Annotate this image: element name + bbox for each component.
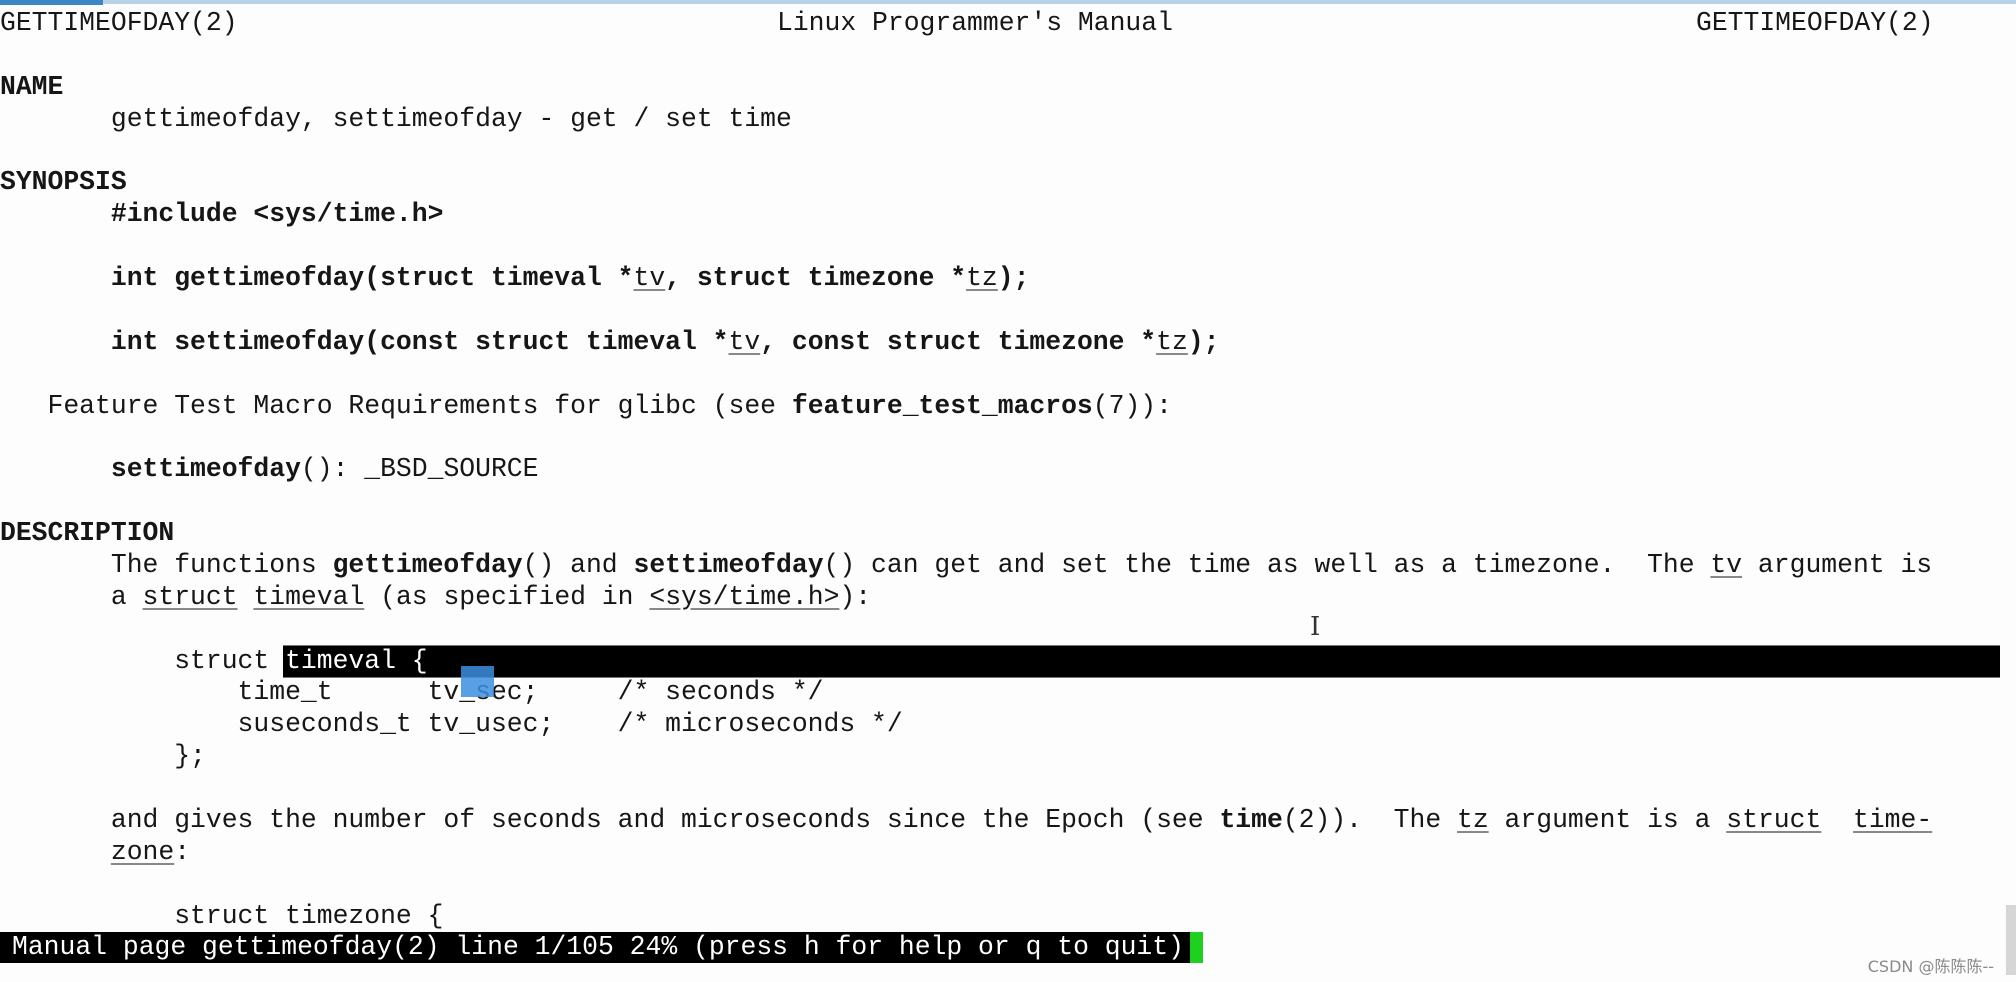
window-tab-indicator <box>0 0 103 5</box>
text: (): _BSD_SOURCE <box>300 454 539 485</box>
underlined-text: tv <box>633 263 666 294</box>
text: (7)): <box>1092 390 1172 421</box>
text: argument is <box>1742 549 1933 580</box>
text: time_t tv_sec; /* seconds */ <box>0 677 824 708</box>
text: gettimeofday, settimeofday - get / set t… <box>0 103 792 134</box>
bold-text: settimeofday <box>633 549 824 580</box>
text <box>1821 805 1853 835</box>
man-line: struct timeval { <box>0 645 428 677</box>
text <box>0 837 111 867</box>
text: () can get and set the time as well as a… <box>823 549 1711 580</box>
man-header-left: GETTIMEOFDAY(2) <box>0 8 238 38</box>
underlined-text: tz <box>1156 326 1188 357</box>
text <box>0 327 111 357</box>
text: argument is a <box>1488 805 1727 835</box>
man-header-center: Linux Programmer's Manual <box>777 8 1173 38</box>
bold-text: settimeofday <box>110 454 301 485</box>
text: struct timezone { <box>0 900 444 931</box>
underlined-text: tv <box>1710 549 1743 580</box>
watermark: CSDN @陈陈陈-- <box>1867 957 1994 976</box>
underlined-text: zone <box>110 836 175 867</box>
man-line: #include <sys/time.h> <box>0 198 444 230</box>
man-line: The functions gettimeofday() and settime… <box>0 549 1932 581</box>
man-line: Feature Test Macro Requirements for glib… <box>0 390 1172 422</box>
text: and gives the number of seconds and micr… <box>0 805 1220 835</box>
underlined-text: tz <box>966 263 998 294</box>
bold-text: gettimeofday <box>332 549 523 580</box>
pager-status-bar: Manual page gettimeofday(2) line 1/105 2… <box>0 932 1190 963</box>
text <box>0 263 111 293</box>
text: ): <box>839 581 872 612</box>
man-line: suseconds_t tv_usec; /* microseconds */ <box>0 708 903 740</box>
man-line: gettimeofday, settimeofday - get / set t… <box>0 103 792 135</box>
text <box>238 582 254 612</box>
highlighted-text: timeval { <box>285 645 428 676</box>
man-line: time_t tv_sec; /* seconds */ <box>0 676 824 708</box>
text: Feature Test Macro Requirements for glib… <box>0 390 792 421</box>
scrollbar[interactable] <box>2006 905 2016 975</box>
text: suseconds_t tv_usec; /* microseconds */ <box>0 709 903 740</box>
text <box>0 199 111 229</box>
underlined-text: tz <box>1457 805 1489 835</box>
text <box>0 454 111 484</box>
man-line: }; <box>0 740 206 772</box>
underlined-text: timeval <box>253 581 365 612</box>
underlined-text: struct <box>1726 805 1822 835</box>
underlined-text: struct <box>142 581 238 612</box>
text: a <box>0 581 143 612</box>
underlined-text: tv <box>728 326 761 357</box>
search-highlight-bar <box>283 645 2000 678</box>
underlined-text: time- <box>1853 805 1933 835</box>
man-line: and gives the number of seconds and micr… <box>0 804 1932 836</box>
text: }; <box>0 741 206 772</box>
terminal-cursor[interactable] <box>1190 932 1203 963</box>
underlined-text: <sys/time.h> <box>649 581 840 612</box>
bold-text: feature_test_macros <box>791 390 1093 421</box>
bold-text: , const struct timezone * <box>760 326 1157 357</box>
man-line: zone: <box>0 836 190 868</box>
man-line: DESCRIPTION <box>0 517 174 549</box>
text: () and <box>522 549 634 580</box>
window-top-border <box>0 0 2016 4</box>
text: The functions <box>0 549 333 580</box>
bold-text: #include <sys/time.h> <box>110 199 444 230</box>
mouse-selection-cursor <box>461 666 494 697</box>
bold-text: ); <box>997 263 1030 294</box>
text: (as specified in <box>364 581 650 612</box>
text: struct <box>0 645 286 676</box>
bold-text: DESCRIPTION <box>0 518 175 549</box>
bold-text: int gettimeofday(struct timeval * <box>110 263 634 294</box>
bold-text: , struct timezone * <box>665 263 967 294</box>
man-line: SYNOPSIS <box>0 166 127 198</box>
man-line: int settimeofday(const struct timeval *t… <box>0 326 1220 358</box>
man-line: int gettimeofday(struct timeval *tv, str… <box>0 262 1030 294</box>
man-line: settimeofday(): _BSD_SOURCE <box>0 453 539 485</box>
text: (2)). The <box>1282 805 1458 835</box>
man-line: a struct timeval (as specified in <sys/t… <box>0 581 871 613</box>
text-cursor-ibeam-icon: I <box>1310 612 1321 642</box>
man-line: NAME <box>0 71 63 103</box>
bold-text: ); <box>1187 326 1220 357</box>
bold-text: SYNOPSIS <box>0 167 127 198</box>
bold-text: time <box>1219 805 1283 835</box>
bold-text: int settimeofday(const struct timeval * <box>110 326 729 357</box>
text: : <box>174 836 191 867</box>
bold-text: NAME <box>0 71 64 102</box>
man-line: struct timezone { <box>0 900 443 932</box>
man-header-right: GETTIMEOFDAY(2) <box>1696 8 1934 38</box>
